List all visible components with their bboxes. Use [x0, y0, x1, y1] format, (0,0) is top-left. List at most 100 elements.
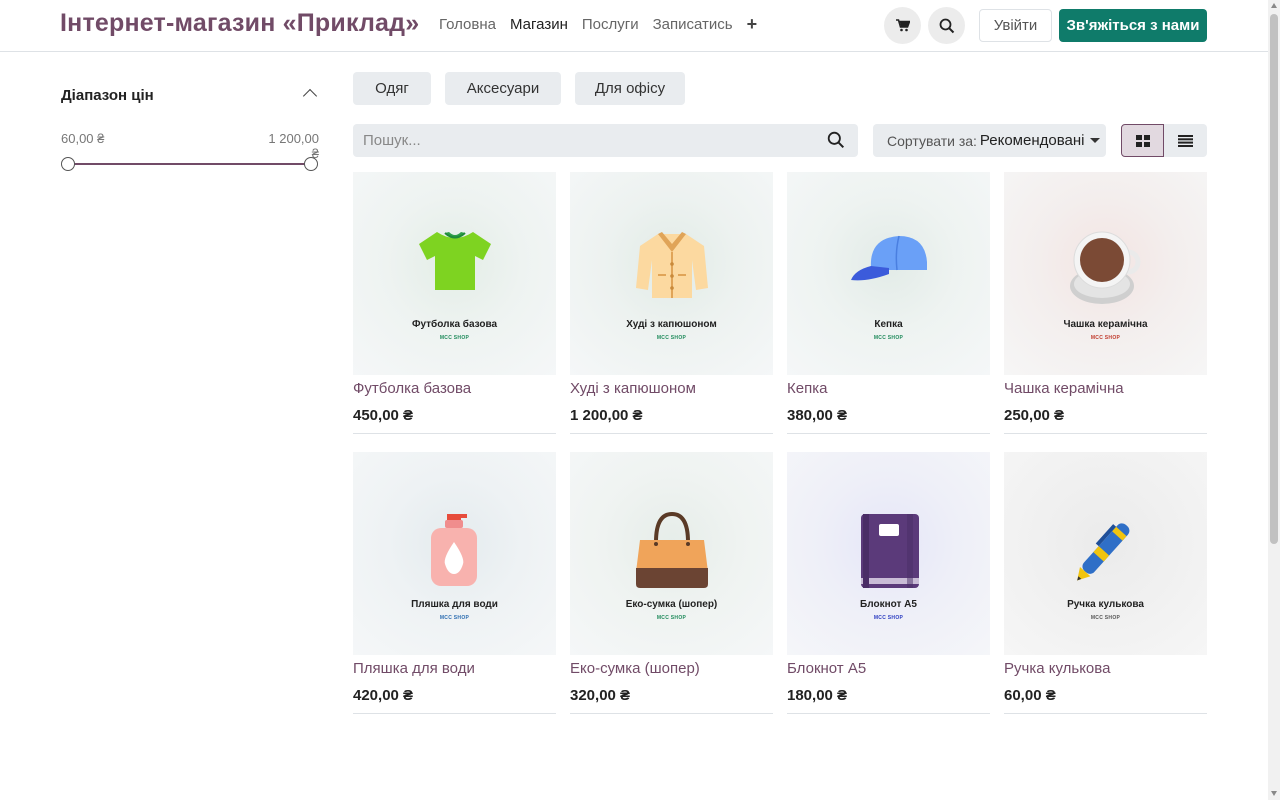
- product-price: 1 200,00 ₴: [570, 407, 643, 424]
- product-card[interactable]: Чашка керамічна MCC SHOP Чашка керамічна…: [1004, 172, 1207, 434]
- price-slider-max-handle[interactable]: [304, 157, 318, 171]
- product-image-caption: Кепка: [874, 319, 903, 330]
- product-image-caption: Еко-сумка (шопер): [625, 599, 718, 610]
- product-search: [353, 124, 858, 157]
- card-divider: [353, 713, 556, 714]
- product-price: 250,00 ₴: [1004, 407, 1065, 424]
- card-divider: [570, 713, 773, 714]
- product-price: 60,00 ₴: [1004, 687, 1056, 704]
- product-image[interactable]: Худі з капюшоном MCC SHOP: [570, 172, 773, 375]
- notebook-icon: [860, 514, 919, 588]
- product-image-caption: Чашка керамічна: [1063, 319, 1148, 330]
- grid-icon: [1135, 134, 1150, 147]
- page-scrollbar[interactable]: [1268, 0, 1280, 800]
- product-image-brand: MCC SHOP: [1090, 335, 1121, 341]
- plus-icon[interactable]: +: [747, 15, 758, 33]
- product-image[interactable]: Чашка керамічна MCC SHOP: [1004, 172, 1207, 375]
- caret-down-icon: [1090, 138, 1101, 143]
- card-divider: [570, 433, 773, 434]
- site-header: Інтернет-магазин «Приклад» Головна Магаз…: [0, 0, 1268, 52]
- scroll-up-arrow-icon[interactable]: [1271, 3, 1277, 8]
- list-icon: [1178, 134, 1193, 147]
- cart-button[interactable]: [884, 7, 921, 44]
- product-image[interactable]: Кепка MCC SHOP: [787, 172, 990, 375]
- price-min-label: 60,00 ₴: [61, 131, 105, 146]
- price-slider-track[interactable]: [68, 163, 311, 165]
- bottle-icon: [430, 514, 477, 586]
- category-accessories[interactable]: Аксесуари: [445, 72, 561, 105]
- brand-logo[interactable]: Інтернет-магазин «Приклад»: [60, 9, 419, 38]
- contact-button[interactable]: Зв'яжіться з нами: [1059, 9, 1207, 42]
- product-image[interactable]: Еко-сумка (шопер) MCC SHOP: [570, 452, 773, 655]
- product-price: 320,00 ₴: [570, 687, 631, 704]
- product-card[interactable]: Пляшка для води MCC SHOP Пляшка для води…: [353, 452, 556, 714]
- price-range-title[interactable]: Діапазон цін: [61, 87, 154, 104]
- tshirt-icon: [418, 232, 491, 290]
- product-image[interactable]: Ручка кулькова MCC SHOP: [1004, 452, 1207, 655]
- product-name[interactable]: Худі з капюшоном: [570, 380, 696, 397]
- product-image-brand: MCC SHOP: [873, 335, 904, 341]
- product-image-caption: Пляшка для води: [411, 599, 498, 610]
- product-image-brand: MCC SHOP: [1090, 615, 1121, 621]
- price-slider-min-handle[interactable]: [61, 157, 75, 171]
- product-name[interactable]: Ручка кулькова: [1004, 660, 1110, 677]
- nav-shop[interactable]: Магазин: [510, 16, 568, 33]
- product-name[interactable]: Футболка базова: [353, 380, 471, 397]
- product-image-caption: Ручка кулькова: [1067, 599, 1144, 610]
- cap-icon: [850, 235, 927, 281]
- sort-label: Сортувати за:: [887, 132, 977, 149]
- category-clothing[interactable]: Одяг: [353, 72, 431, 105]
- product-image-caption: Худі з капюшоном: [626, 319, 717, 330]
- product-image-brand: MCC SHOP: [656, 615, 687, 621]
- product-image-brand: MCC SHOP: [439, 335, 470, 341]
- nav-home[interactable]: Головна: [439, 16, 496, 33]
- card-divider: [1004, 713, 1207, 714]
- product-image-brand: MCC SHOP: [656, 335, 687, 341]
- card-divider: [353, 433, 556, 434]
- product-card[interactable]: Худі з капюшоном MCC SHOP Худі з капюшон…: [570, 172, 773, 434]
- product-name[interactable]: Еко-сумка (шопер): [570, 660, 700, 677]
- product-image-brand: MCC SHOP: [439, 615, 470, 621]
- login-button[interactable]: Увійти: [979, 9, 1052, 42]
- product-image[interactable]: Футболка базова MCC SHOP: [353, 172, 556, 375]
- product-card[interactable]: Еко-сумка (шопер) MCC SHOP Еко-сумка (шо…: [570, 452, 773, 714]
- product-name[interactable]: Блокнот А5: [787, 660, 866, 677]
- product-image[interactable]: Пляшка для води MCC SHOP: [353, 452, 556, 655]
- sort-dropdown[interactable]: Сортувати за: Рекомендовані: [873, 124, 1106, 157]
- product-price: 180,00 ₴: [787, 687, 848, 704]
- list-view-button[interactable]: [1164, 124, 1207, 157]
- mug-icon: [1069, 231, 1140, 304]
- nav-signup[interactable]: Записатись: [653, 16, 733, 33]
- product-card[interactable]: Кепка MCC SHOP Кепка 380,00 ₴: [787, 172, 990, 434]
- product-price: 380,00 ₴: [787, 407, 848, 424]
- search-input[interactable]: [363, 124, 813, 157]
- product-name[interactable]: Кепка: [787, 380, 827, 397]
- coat-icon: [635, 232, 708, 298]
- product-name[interactable]: Чашка керамічна: [1004, 380, 1124, 397]
- product-image-caption: Футболка базова: [411, 319, 498, 330]
- pen-icon: [1076, 523, 1129, 581]
- nav-services[interactable]: Послуги: [582, 16, 639, 33]
- category-office[interactable]: Для офісу: [575, 72, 685, 105]
- product-image-brand: MCC SHOP: [873, 615, 904, 621]
- product-card[interactable]: Футболка базова MCC SHOP Футболка базова…: [353, 172, 556, 434]
- header-search-button[interactable]: [928, 7, 965, 44]
- search-icon: [939, 18, 954, 33]
- grid-view-button[interactable]: [1121, 124, 1164, 157]
- cart-icon: [895, 19, 910, 32]
- product-price: 420,00 ₴: [353, 687, 414, 704]
- chevron-up-icon[interactable]: [302, 88, 318, 104]
- card-divider: [787, 433, 990, 434]
- product-card[interactable]: Блокнот А5 MCC SHOP Блокнот А5 180,00 ₴: [787, 452, 990, 714]
- product-image[interactable]: Блокнот А5 MCC SHOP: [787, 452, 990, 655]
- product-price: 450,00 ₴: [353, 407, 414, 424]
- scroll-thumb[interactable]: [1270, 14, 1278, 544]
- scroll-down-arrow-icon[interactable]: [1271, 791, 1277, 796]
- product-image-caption: Блокнот А5: [860, 599, 917, 610]
- search-icon[interactable]: [827, 131, 845, 149]
- sort-value: Рекомендовані: [979, 132, 1085, 149]
- product-card[interactable]: Ручка кулькова MCC SHOP Ручка кулькова 6…: [1004, 452, 1207, 714]
- main-nav: Головна Магазин Послуги Записатись +: [439, 15, 758, 33]
- bag-icon: [635, 512, 708, 588]
- product-name[interactable]: Пляшка для води: [353, 660, 475, 677]
